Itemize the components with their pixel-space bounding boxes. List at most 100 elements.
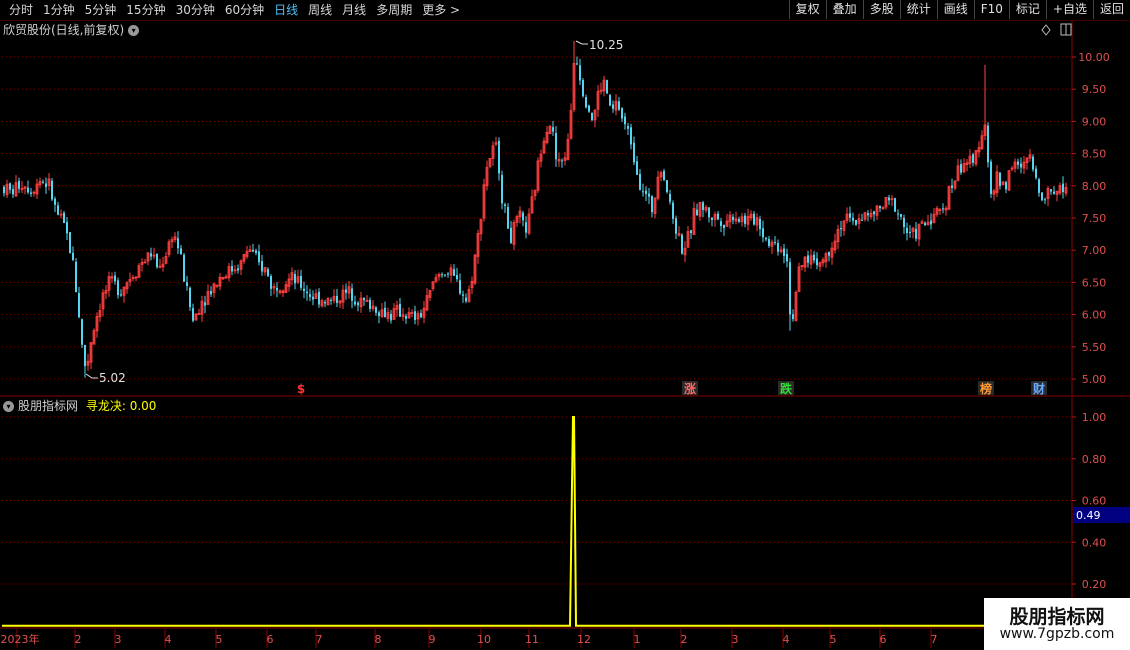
candle-body <box>78 292 80 318</box>
candle-body <box>375 307 377 313</box>
candle-body <box>465 297 467 302</box>
x-tick-label: 6 <box>267 633 274 646</box>
candle-body <box>117 280 119 296</box>
candle-body <box>618 101 620 110</box>
candle-body <box>231 265 233 272</box>
candle-body <box>903 217 905 228</box>
candle-body <box>861 219 863 221</box>
candle-body <box>840 228 842 230</box>
candle-body <box>621 108 623 119</box>
candle-body <box>792 314 794 320</box>
candle-body <box>318 291 320 305</box>
candle-body <box>582 80 584 97</box>
candle-body <box>69 232 71 254</box>
candle-body <box>1038 179 1040 193</box>
x-tick-label: 2 <box>75 633 82 646</box>
candle-body <box>612 104 614 109</box>
candle-body <box>702 202 704 210</box>
candle-body <box>378 312 380 316</box>
candle-body <box>444 274 446 276</box>
candle-body <box>909 231 911 233</box>
candle-body <box>303 288 305 291</box>
candle-body <box>501 175 503 204</box>
x-tick-label: 7 <box>316 633 323 646</box>
candle-body <box>336 295 338 303</box>
indicator-y-tick-label: 0.60 <box>1082 495 1107 508</box>
candle-body <box>552 127 554 132</box>
y-tick-label: 5.00 <box>1082 373 1107 386</box>
candle-body <box>453 269 455 276</box>
candle-body <box>732 216 734 221</box>
event-marker: 跌 <box>780 381 793 396</box>
high-pointer <box>575 40 588 45</box>
candle-body <box>405 316 407 319</box>
candle-body <box>561 160 563 162</box>
candle-body <box>924 222 926 226</box>
candle-body <box>774 242 776 244</box>
x-tick-label: 10 <box>477 633 491 646</box>
candle-body <box>645 190 647 194</box>
x-tick-label: 5 <box>830 633 837 646</box>
candle-body <box>591 112 593 121</box>
candle-body <box>972 154 974 163</box>
x-tick-label: 2 <box>681 633 688 646</box>
candle-body <box>1032 156 1034 170</box>
candle-body <box>498 140 500 174</box>
low-pointer <box>85 373 98 379</box>
candle-body <box>672 202 674 219</box>
y-tick-label: 5.50 <box>1082 341 1107 354</box>
candle-body <box>309 294 311 297</box>
indicator-y-tick-label: 0.40 <box>1082 536 1107 549</box>
candle-body <box>930 220 932 225</box>
x-tick-label: 12 <box>577 633 591 646</box>
candle-body <box>666 180 668 193</box>
x-tick-label: 4 <box>783 633 790 646</box>
candle-body <box>66 222 68 234</box>
candle-body <box>585 97 587 108</box>
candle-body <box>897 213 899 215</box>
event-marker: 榜 <box>980 381 992 396</box>
candle-body <box>942 208 944 210</box>
candle-body <box>192 308 194 321</box>
candle-body <box>894 198 896 212</box>
event-marker: 涨 <box>684 381 696 396</box>
candle-body <box>294 274 296 284</box>
candle-body <box>639 173 641 190</box>
candle-body <box>1035 168 1037 178</box>
candle-body <box>210 291 212 295</box>
candle-body <box>57 205 59 215</box>
candle-body <box>1053 191 1055 194</box>
candle-body <box>900 214 902 217</box>
candle-body <box>630 127 632 145</box>
candle-body <box>189 287 191 308</box>
candle-body <box>507 207 509 229</box>
candle-body <box>72 252 74 261</box>
candle-body <box>987 125 989 163</box>
candle-body <box>369 299 371 309</box>
candle-body <box>648 193 650 197</box>
candle-body <box>330 299 332 301</box>
candle-body <box>783 248 785 256</box>
candle-body <box>768 238 770 246</box>
candle-body <box>1020 163 1022 168</box>
stock-chart[interactable]: 10.00 9.50 9.00 8.50 8.00 7.50 7.00 6.50 6.00 5.5… <box>0 0 1130 650</box>
y-tick-label: 10.00 <box>1078 51 1110 64</box>
candle-body <box>723 224 725 229</box>
candle-body <box>1062 183 1064 192</box>
candle-body <box>276 287 278 291</box>
event-marker: 财 <box>1032 381 1045 396</box>
candle-body <box>1041 192 1043 201</box>
candle-body <box>75 261 77 292</box>
candle-body <box>267 269 269 277</box>
candle-body <box>399 303 401 317</box>
indicator-y-tick-label: 0.80 <box>1082 453 1107 466</box>
x-tick-label: 4 <box>165 633 172 646</box>
candle-body <box>711 217 713 220</box>
candle-body <box>237 268 239 271</box>
candle-body <box>708 207 710 218</box>
x-tick-label: 8 <box>375 633 382 646</box>
y-tick-label: 9.00 <box>1082 115 1107 128</box>
watermark-title: 股朋指标网 <box>1009 606 1105 628</box>
candle-body <box>915 228 917 239</box>
candle-body <box>300 275 302 288</box>
